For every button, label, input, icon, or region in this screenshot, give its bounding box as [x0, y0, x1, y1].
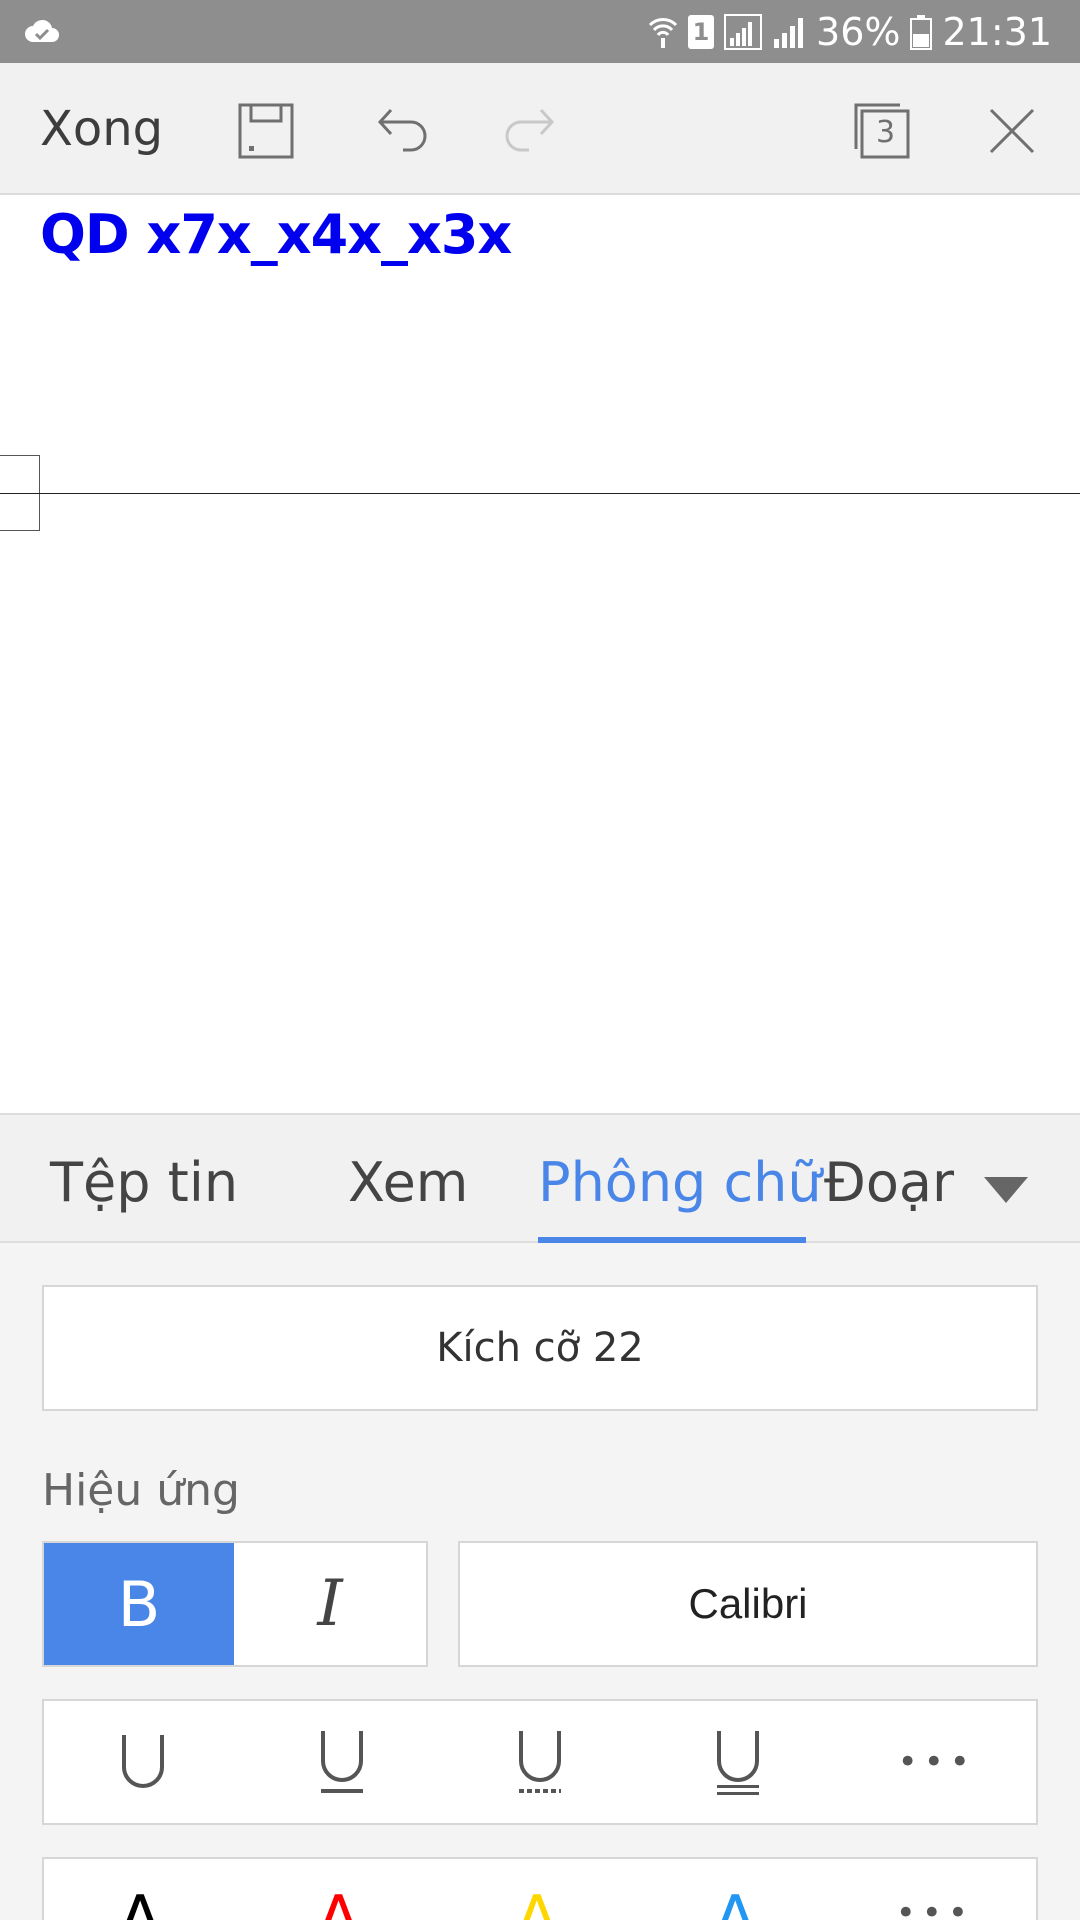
more-icon: ••• — [897, 1742, 976, 1782]
windows-button[interactable]: 3 — [850, 99, 914, 163]
tab-view[interactable]: Xem — [348, 1151, 468, 1214]
cloud-check-icon — [25, 19, 59, 42]
ribbon-collapse-icon[interactable] — [984, 1177, 1028, 1203]
undo-button[interactable] — [370, 99, 434, 163]
clock: 21:31 — [942, 9, 1052, 54]
save-icon — [238, 103, 294, 159]
font-size-label: Kích cỡ 22 — [436, 1325, 644, 1371]
redo-icon — [505, 108, 555, 152]
font-color-yellow-icon: A — [514, 1883, 559, 1920]
font-color-black-button[interactable]: A — [88, 1859, 198, 1920]
window-count: 3 — [876, 115, 896, 150]
font-panel: Kích cỡ 22 Hiệu ứng B I Calibri ••• A A … — [0, 1243, 1080, 1920]
sim-slot-icon: 1 — [688, 14, 715, 49]
underline-none-button[interactable] — [88, 1707, 198, 1817]
undo-icon — [377, 108, 427, 152]
document-title-text[interactable]: QD x7x_x4x_x3x — [40, 203, 512, 266]
underline-single-button[interactable] — [287, 1707, 397, 1817]
font-color-group: A A A A ••• — [42, 1857, 1038, 1920]
font-color-black-icon: A — [118, 1883, 162, 1920]
font-family-label: Calibri — [688, 1580, 808, 1627]
underline-dotted-button[interactable] — [485, 1707, 595, 1817]
save-button[interactable] — [234, 99, 298, 163]
color-more-icon: ••• — [895, 1893, 974, 1920]
status-bar: 1 36% 21:31 — [0, 0, 1080, 63]
font-color-more-button[interactable]: ••• — [882, 1859, 992, 1920]
redo-button[interactable] — [498, 99, 562, 163]
ribbon-tabs: Tệp tin Xem Phông chữ Đoạn — [0, 1113, 1080, 1243]
tab-file[interactable]: Tệp tin — [50, 1151, 238, 1214]
font-color-blue-icon: A — [713, 1883, 758, 1920]
bold-italic-group: B I — [42, 1541, 428, 1667]
underline-double-button[interactable] — [683, 1707, 793, 1817]
signal-strength-icon-2 — [774, 17, 804, 48]
underline-single-icon — [320, 1731, 363, 1793]
effects-label: Hiệu ứng — [42, 1465, 240, 1516]
underline-u-icon — [122, 1735, 165, 1788]
editor-toolbar: Xong 3 — [0, 63, 1080, 195]
underline-double-icon — [717, 1731, 760, 1795]
underline-dotted-icon — [518, 1731, 561, 1793]
close-icon — [989, 108, 1035, 154]
bold-toggle[interactable]: B — [44, 1543, 234, 1665]
italic-toggle[interactable]: I — [234, 1543, 426, 1665]
font-color-yellow-button[interactable]: A — [485, 1859, 595, 1920]
font-color-blue-button[interactable]: A — [683, 1859, 793, 1920]
font-color-red-button[interactable]: A — [287, 1859, 397, 1920]
tab-font[interactable]: Phông chữ — [538, 1151, 822, 1214]
battery-percent: 36% — [816, 9, 901, 54]
tab-paragraph[interactable]: Đoạn — [824, 1151, 954, 1214]
close-button[interactable] — [980, 99, 1044, 163]
page-break-line — [0, 493, 1080, 494]
document-canvas[interactable]: QD x7x_x4x_x3x — [0, 195, 1080, 1113]
done-button[interactable]: Xong — [40, 101, 163, 157]
underline-more-button[interactable]: ••• — [882, 1707, 992, 1817]
wifi-icon — [648, 17, 678, 48]
battery-icon — [910, 14, 933, 50]
signal-strength-icon — [724, 13, 763, 50]
font-size-button[interactable]: Kích cỡ 22 — [42, 1285, 1038, 1411]
font-color-red-icon: A — [316, 1883, 361, 1920]
underline-style-group: ••• — [42, 1699, 1038, 1825]
font-family-button[interactable]: Calibri — [458, 1541, 1038, 1667]
tab-paragraph-clip: Đoạn — [824, 1115, 954, 1241]
